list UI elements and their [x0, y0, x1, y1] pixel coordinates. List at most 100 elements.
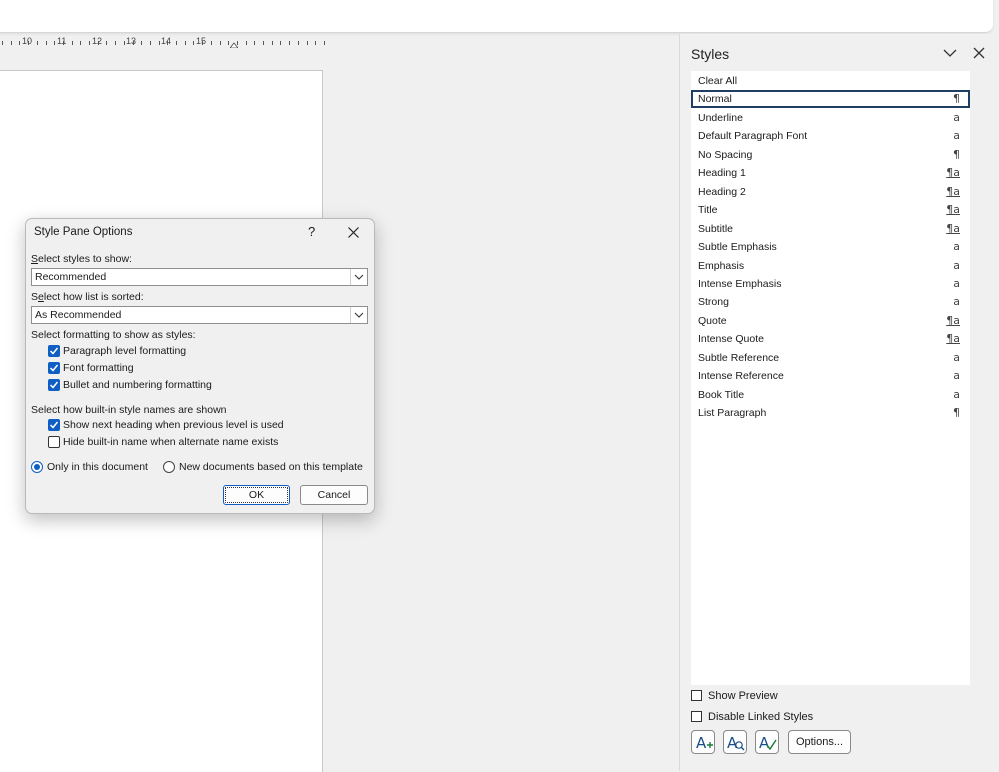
only-this-document-radio[interactable]	[31, 461, 43, 473]
ruler-tick	[158, 41, 160, 45]
style-item[interactable]: Title ¶a	[691, 201, 970, 219]
style-inspector-icon: A	[727, 734, 745, 752]
disable-linked-styles-checkbox[interactable]	[691, 711, 702, 722]
show-next-heading-label: Show next heading when previous level is…	[63, 419, 284, 431]
character-style-icon: a	[953, 350, 960, 364]
bullet-formatting-checkbox[interactable]	[48, 379, 60, 391]
style-item[interactable]: List Paragraph ¶	[691, 404, 970, 422]
character-style-icon: a	[953, 387, 960, 401]
style-item-name: Subtitle	[698, 222, 734, 235]
ruler-label: 11	[57, 36, 67, 46]
chevron-down-icon	[354, 312, 364, 318]
bullet-formatting-label: Bullet and numbering formatting	[63, 379, 212, 391]
ruler-tick	[263, 41, 264, 45]
ruler-tick	[193, 41, 195, 45]
ruler-tick	[45, 41, 47, 45]
ruler-tick	[219, 41, 221, 45]
new-documents-radio[interactable]	[163, 461, 175, 473]
style-item[interactable]: Book Title a	[691, 386, 970, 404]
style-item-name: Intense Quote	[698, 333, 764, 346]
styles-list[interactable]: Clear All Normal ¶ Underline a Default Paragr…	[691, 71, 970, 685]
style-item-name: Emphasis	[698, 259, 745, 272]
ruler-tick	[323, 41, 325, 45]
style-item-name: No Spacing	[698, 148, 753, 161]
style-item-name: Quote	[698, 314, 727, 327]
linked-style-icon: ¶a	[946, 203, 960, 217]
font-formatting-checkbox[interactable]	[48, 362, 60, 374]
close-icon[interactable]	[973, 47, 985, 59]
show-preview-checkbox[interactable]	[691, 690, 702, 701]
linked-style-icon: ¶a	[946, 313, 960, 327]
new-documents-label: New documents based on this template	[179, 461, 363, 473]
character-style-icon: a	[953, 369, 960, 383]
style-item[interactable]: Intense Quote ¶a	[691, 330, 970, 348]
ruler-label: 13	[126, 36, 137, 46]
style-item[interactable]: Underline a	[691, 109, 970, 127]
style-item[interactable]: Emphasis a	[691, 257, 970, 275]
paragraph-style-icon: ¶	[953, 147, 960, 161]
style-item-name: Intense Emphasis	[698, 277, 782, 290]
ruler-tick	[184, 41, 186, 45]
horizontal-ruler[interactable]: 10 11 12 13 14 15	[0, 34, 679, 52]
style-inspector-button[interactable]: A	[723, 730, 747, 754]
style-pane-options-dialog: Style Pane Options ? Select styles to sh…	[25, 218, 375, 514]
ruler-tick	[19, 41, 21, 45]
hide-builtin-name-label: Hide built-in name when alternate name e…	[63, 436, 279, 448]
ruler-tick	[123, 41, 125, 45]
ruler-tick	[297, 41, 299, 45]
ruler-tick	[71, 41, 73, 45]
style-item[interactable]: Heading 2 ¶a	[691, 183, 970, 201]
style-item-name: Underline	[698, 111, 743, 124]
style-item[interactable]: Intense Reference a	[691, 367, 970, 385]
ruler-tick	[176, 41, 177, 45]
paragraph-formatting-checkbox[interactable]	[48, 345, 60, 357]
style-item[interactable]: Clear All	[691, 72, 970, 90]
right-indent-marker-icon[interactable]	[230, 40, 238, 48]
formatting-label: Select formatting to show as styles:	[31, 329, 196, 341]
close-icon[interactable]	[348, 227, 359, 238]
options-button[interactable]: Options...	[788, 730, 851, 754]
linked-style-icon: ¶a	[946, 332, 960, 346]
only-this-document-label: Only in this document	[47, 461, 148, 473]
character-style-icon: a	[953, 129, 960, 143]
cancel-button[interactable]: Cancel	[300, 485, 368, 505]
style-item[interactable]: Subtitle ¶a	[691, 220, 970, 238]
checkmark-icon	[49, 421, 59, 429]
ruler-tick	[167, 41, 169, 45]
style-item-name: Strong	[698, 296, 729, 309]
ruler-tick	[202, 41, 204, 45]
style-item-name: Heading 1	[698, 167, 746, 180]
checkmark-icon	[49, 381, 59, 389]
sort-select[interactable]: As Recommended	[31, 306, 368, 324]
styles-to-show-value: Recommended	[35, 271, 107, 283]
ruler-tick	[2, 41, 3, 45]
style-item-name: List Paragraph	[698, 407, 767, 420]
style-item[interactable]: No Spacing ¶	[691, 146, 970, 164]
character-style-icon: a	[953, 110, 960, 124]
new-style-button[interactable]: A	[691, 730, 715, 754]
ruler-tick	[210, 41, 212, 45]
styles-to-show-select[interactable]: Recommended	[31, 268, 368, 286]
style-item[interactable]: Subtle Reference a	[691, 349, 970, 367]
style-item-name: Subtle Emphasis	[698, 241, 777, 254]
style-item[interactable]: Normal ¶	[691, 90, 970, 109]
show-next-heading-checkbox[interactable]	[48, 419, 60, 431]
chevron-down-icon[interactable]	[943, 48, 957, 58]
style-item-name: Clear All	[698, 75, 738, 87]
ruler-tick	[306, 41, 308, 45]
manage-styles-button[interactable]: A	[755, 730, 779, 754]
ruler-tick	[28, 41, 30, 45]
style-item[interactable]: Strong a	[691, 293, 970, 311]
dropdown-button[interactable]	[350, 307, 367, 323]
ruler-label: 10	[22, 36, 33, 46]
style-item[interactable]: Default Paragraph Font a	[691, 127, 970, 145]
help-button[interactable]: ?	[308, 224, 315, 239]
style-item[interactable]: Intense Emphasis a	[691, 275, 970, 293]
paragraph-style-icon: ¶	[953, 406, 960, 420]
ok-button[interactable]: OK	[223, 485, 290, 505]
hide-builtin-name-checkbox[interactable]	[48, 436, 60, 448]
dropdown-button[interactable]	[350, 269, 367, 285]
style-item[interactable]: Heading 1 ¶a	[691, 164, 970, 182]
style-item[interactable]: Subtle Emphasis a	[691, 238, 970, 256]
style-item[interactable]: Quote ¶a	[691, 312, 970, 330]
